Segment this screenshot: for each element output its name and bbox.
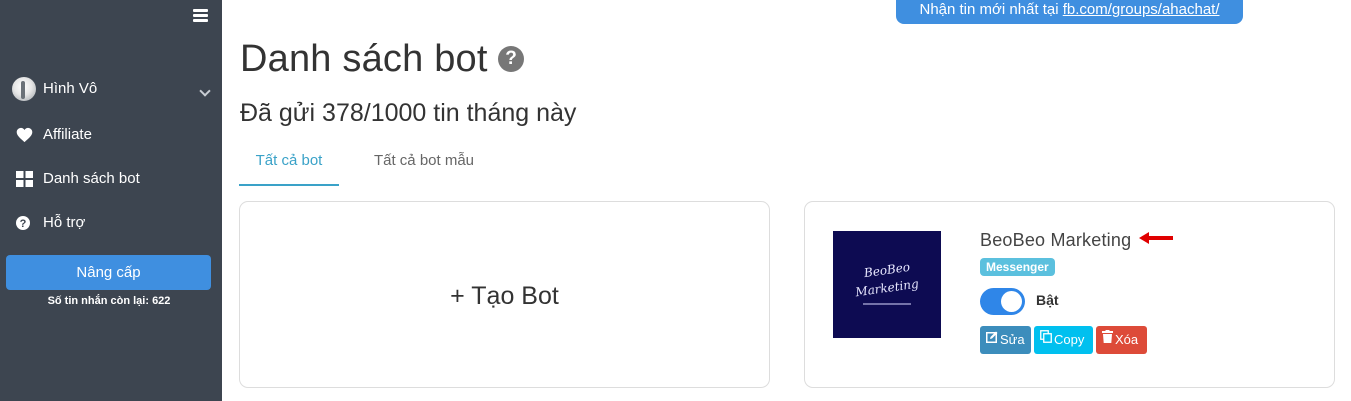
- create-bot-label: + Tạo Bot: [450, 282, 559, 310]
- platform-badge: Messenger: [980, 258, 1055, 276]
- delete-label: Xóa: [1115, 332, 1139, 347]
- copy-icon: [1040, 325, 1052, 353]
- edit-label: Sửa: [1000, 332, 1025, 347]
- grid-icon: [16, 171, 33, 187]
- sent-messages-info: Đã gửi 378/1000 tin tháng này: [240, 99, 577, 127]
- copy-button[interactable]: Copy: [1034, 326, 1093, 354]
- chevron-down-icon: [199, 85, 211, 97]
- notice-link[interactable]: fb.com/groups/ahachat/: [1063, 1, 1220, 18]
- thumb-divider: [863, 303, 911, 305]
- question-circle-icon: ?: [16, 215, 33, 231]
- sidebar-item-bots[interactable]: Danh sách bot: [16, 168, 212, 190]
- hamburger-menu-icon[interactable]: [193, 9, 208, 22]
- delete-button[interactable]: Xóa: [1096, 326, 1147, 354]
- toggle-status-label: Bật: [1036, 292, 1059, 308]
- heart-icon: [16, 127, 33, 143]
- user-menu[interactable]: Hình Vô: [12, 76, 212, 102]
- help-icon[interactable]: ?: [498, 46, 524, 72]
- tab-template-bots[interactable]: Tất cả bot mẫu: [360, 140, 488, 186]
- svg-text:?: ?: [20, 218, 27, 230]
- sidebar-item-label: Affiliate: [43, 126, 92, 143]
- edit-button[interactable]: Sửa: [980, 326, 1031, 354]
- page-title: Danh sách bot: [240, 38, 488, 80]
- notice-text: Nhận tin mới nhất tại: [919, 1, 1063, 18]
- copy-label: Copy: [1054, 332, 1085, 347]
- toggle-knob: [1001, 291, 1022, 312]
- bot-name-link[interactable]: BeoBeo Marketing: [980, 230, 1131, 251]
- edit-icon: [986, 325, 998, 353]
- tab-all-bots[interactable]: Tất cả bot: [239, 140, 339, 186]
- bot-card: BeoBeo Marketing BeoBeo Marketing Messen…: [804, 201, 1335, 388]
- avatar: [12, 77, 36, 101]
- user-name: Hình Vô: [43, 80, 98, 97]
- trash-icon: [1102, 325, 1113, 353]
- bot-status-toggle[interactable]: [980, 288, 1025, 315]
- sidebar-item-label: Hỗ trợ: [43, 214, 86, 231]
- messages-remaining: Số tin nhắn còn lại: 622: [47, 295, 171, 307]
- sidebar-item-affiliate[interactable]: Affiliate: [16, 124, 212, 146]
- red-arrow-icon: [1139, 232, 1173, 244]
- sidebar-item-support[interactable]: ? Hỗ trợ: [16, 212, 212, 234]
- upgrade-button[interactable]: Nâng cấp: [6, 255, 211, 290]
- sidebar-item-label: Danh sách bot: [43, 170, 140, 187]
- bot-thumbnail[interactable]: BeoBeo Marketing: [833, 231, 941, 338]
- create-bot-card[interactable]: + Tạo Bot: [239, 201, 770, 388]
- news-notice: Nhận tin mới nhất tại fb.com/groups/ahac…: [896, 0, 1243, 24]
- sidebar: Hình Vô Affiliate Danh sách bot ? Hỗ trợ: [0, 0, 222, 401]
